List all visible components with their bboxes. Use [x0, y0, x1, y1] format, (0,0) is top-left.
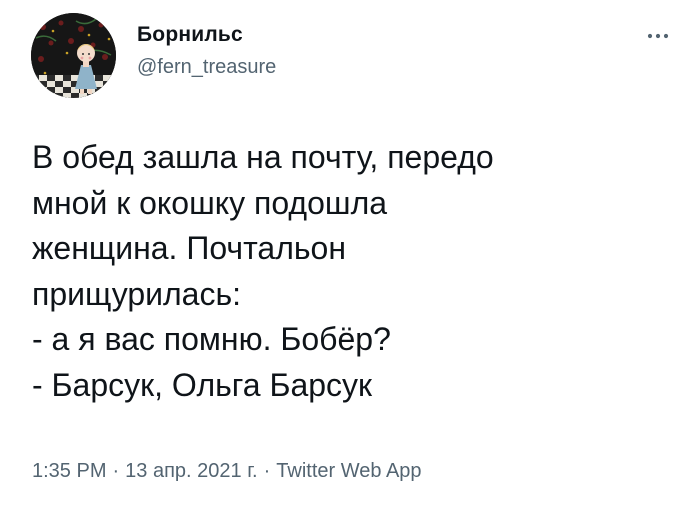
meta-separator: ·: [112, 460, 120, 482]
more-options-button[interactable]: [640, 24, 676, 48]
tweet-date: 13 апр. 2021 г.: [125, 460, 258, 482]
tweet-text: В обед зашла на почту, передо мной к око…: [32, 139, 494, 403]
tweet-meta: 1:35 PM · 13 апр. 2021 г. · Twitter Web App: [32, 458, 422, 484]
author-handle[interactable]: @fern_treasure: [137, 55, 276, 79]
more-dots-icon: [647, 33, 669, 39]
tweet-time: 1:35 PM: [32, 460, 107, 482]
avatar[interactable]: [31, 13, 116, 98]
tweet-card: Борнильс @fern_treasure В обед зашла на …: [0, 0, 700, 509]
tweet-timestamp-link[interactable]: 1:35 PM · 13 апр. 2021 г.: [32, 460, 258, 482]
tweet-source-link[interactable]: Twitter Web App: [276, 460, 421, 482]
tweet-author: Борнильс @fern_treasure: [137, 22, 276, 79]
meta-separator: ·: [263, 460, 271, 482]
author-display-name[interactable]: Борнильс: [137, 22, 276, 48]
avatar-image: [31, 13, 116, 98]
